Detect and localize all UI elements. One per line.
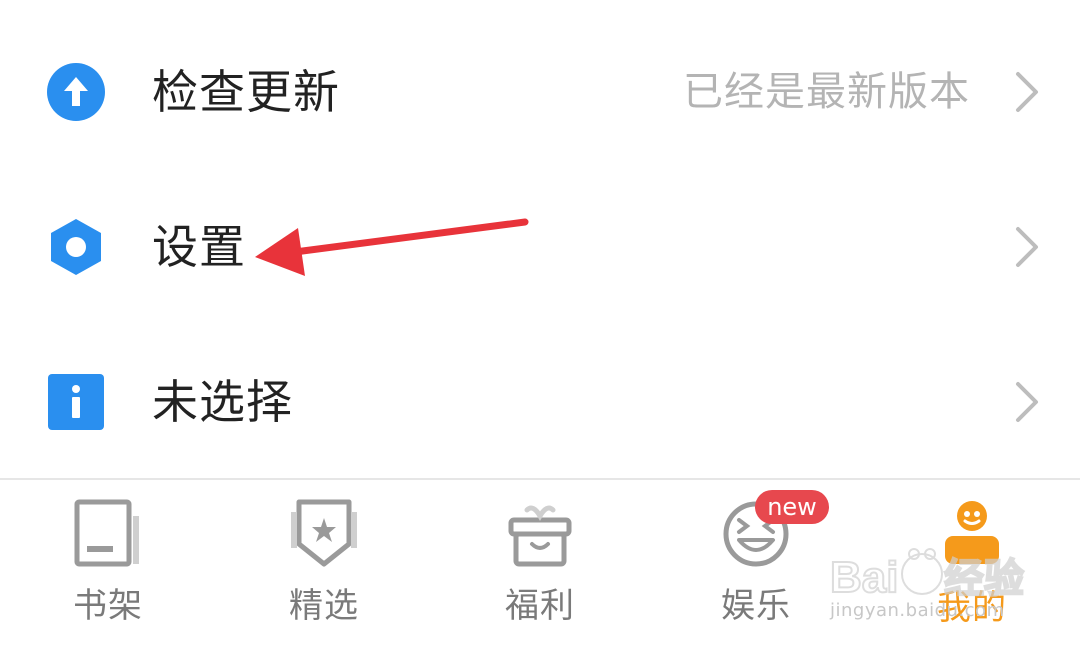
tab-label: 书架 (73, 586, 143, 626)
annotation-arrow (255, 218, 529, 276)
watermark-url: jingyan.baidu.com (830, 600, 1005, 621)
chevron-right-icon (1016, 382, 1038, 422)
update-status-text: 已经是最新版本 (683, 69, 970, 115)
chevron-right-icon (1016, 72, 1038, 112)
settings-item-unselected[interactable]: 未选择 (0, 327, 1080, 477)
settings-item-label: 未选择 (152, 375, 293, 429)
svg-text:Bai: Bai (830, 553, 898, 602)
star-badge-icon (291, 499, 357, 567)
tab-bookshelf[interactable]: 书架 (38, 480, 178, 646)
upload-arrow-icon (47, 63, 105, 121)
gift-icon (508, 505, 572, 567)
gear-hexagon-icon (51, 219, 101, 275)
tab-featured[interactable]: 精选 (254, 480, 394, 646)
tab-label: 福利 (505, 586, 575, 626)
settings-item-check-update[interactable]: 检查更新 已经是最新版本 (0, 17, 1080, 167)
settings-item-label: 检查更新 (152, 65, 340, 119)
settings-list: 检查更新 已经是最新版本 设置 未选择 (0, 0, 1080, 478)
chevron-right-icon (1016, 227, 1038, 267)
tab-label: 娱乐 (721, 586, 791, 626)
bookshelf-icon (74, 499, 139, 567)
info-icon (48, 374, 104, 430)
settings-item-settings[interactable]: 设置 (0, 172, 1080, 322)
tab-label: 精选 (289, 586, 359, 626)
new-badge: new (755, 490, 829, 524)
svg-text:经验: 经验 (944, 557, 1024, 601)
tab-rewards[interactable]: 福利 (470, 480, 610, 646)
settings-item-label: 设置 (152, 220, 246, 274)
